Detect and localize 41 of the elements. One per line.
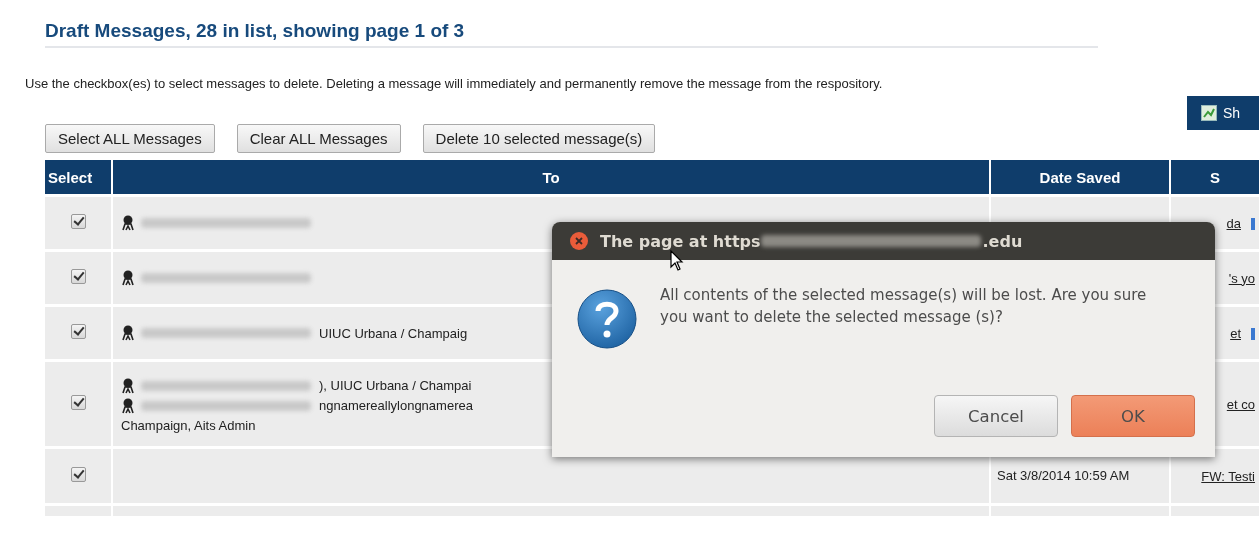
subject-link[interactable]: et: [1230, 325, 1241, 341]
column-header: To: [112, 160, 990, 196]
person-icon: [121, 270, 135, 286]
person-icon: [121, 325, 135, 341]
close-icon[interactable]: [570, 232, 588, 250]
recipient-text: ngnamereallylongnamerea: [319, 398, 473, 413]
action-button[interactable]: Delete 10 selected message(s): [422, 124, 656, 153]
person-icon: [121, 215, 135, 231]
row-checkbox[interactable]: [70, 214, 86, 229]
column-header: Date Saved: [990, 160, 1170, 196]
dialog-title: .edu: [982, 231, 1023, 251]
row-checkbox[interactable]: [70, 395, 86, 410]
action-button[interactable]: Select ALL Messages: [45, 124, 215, 153]
question-icon: [576, 288, 638, 350]
recipient-text: UIUC Urbana / Champaig: [319, 325, 468, 341]
subject-link[interactable]: et co: [1226, 396, 1255, 412]
subject-link[interactable]: da: [1226, 215, 1241, 231]
instructions-text: Use the checkbox(es) to select messages to delete. Deleting a message will immediately and permanently remove the message from the respository.: [25, 76, 884, 91]
row-checkbox[interactable]: [70, 269, 86, 284]
dialog-title: The page at https: [600, 231, 761, 251]
edit-icon[interactable]: [1251, 328, 1255, 341]
subject-link[interactable]: 's yo: [1228, 270, 1255, 286]
row-checkbox[interactable]: [70, 324, 86, 339]
column-header: S: [1170, 160, 1259, 196]
recipient-text: ), UIUC Urbana / Champai: [319, 378, 472, 393]
page-heading: Draft Messages, 28 in list, showing page 1 of 3: [45, 20, 1098, 48]
date-text: Sat 3/8/2014 10:59 AM: [996, 467, 1131, 485]
person-icon: [121, 397, 135, 414]
action-button[interactable]: Clear ALL Messages: [236, 124, 401, 153]
person-icon: [121, 377, 135, 394]
show-button[interactable]: Sh: [1187, 96, 1259, 130]
row-checkbox[interactable]: [70, 467, 86, 482]
edit-icon[interactable]: [1251, 218, 1255, 231]
subject-link[interactable]: FW: Testi: [1201, 468, 1255, 484]
recipient-text: Champaign, Aits Admin: [121, 417, 257, 433]
cancel-button[interactable]: Cancel: [934, 395, 1058, 437]
dialog-message: All contents of the selected message(s) will be lost. Are you sure you want to delete the selected message (s)?: [660, 285, 1148, 328]
cursor-icon: [670, 250, 684, 272]
ok-button[interactable]: OK: [1071, 395, 1195, 437]
column-header: Select: [45, 160, 112, 196]
spreadsheet-icon: [1201, 105, 1217, 121]
